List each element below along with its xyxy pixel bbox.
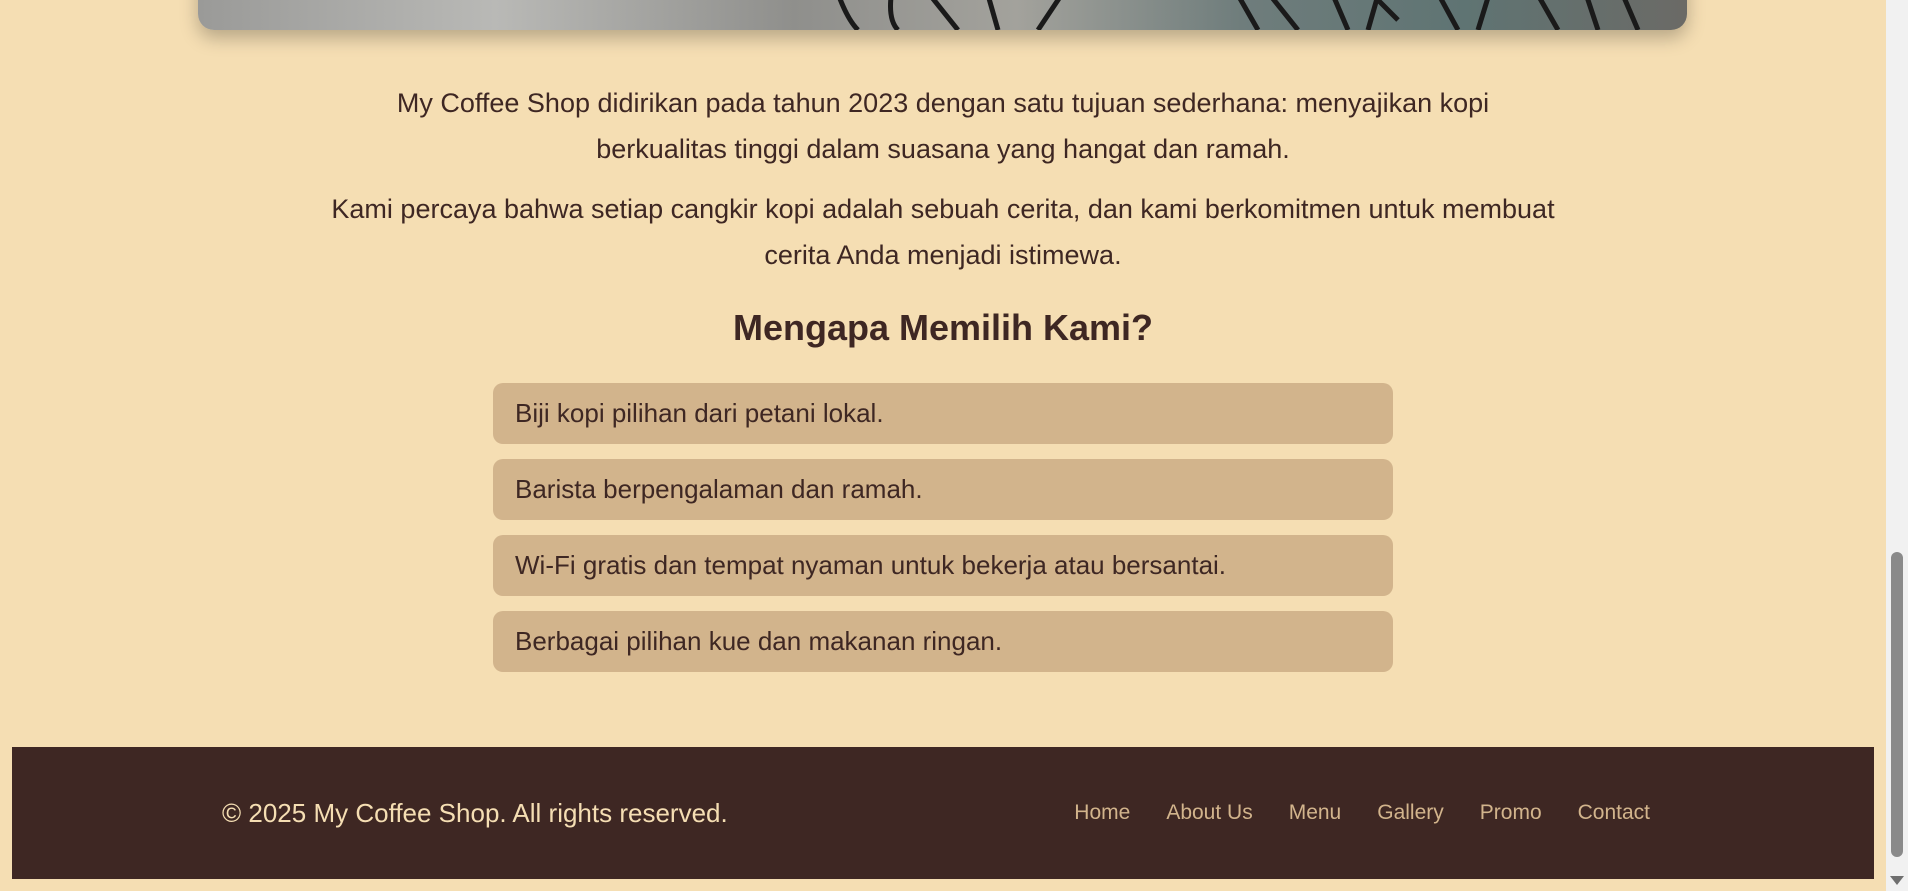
footer-link-promo[interactable]: Promo xyxy=(1480,801,1542,825)
footer-link-menu[interactable]: Menu xyxy=(1289,801,1342,825)
copyright-text: © 2025 My Coffee Shop. All rights reserv… xyxy=(222,798,728,828)
scrollbar-thumb[interactable] xyxy=(1891,552,1903,857)
reason-item: Biji kopi pilihan dari petani lokal. xyxy=(493,383,1393,444)
footer-link-home[interactable]: Home xyxy=(1074,801,1130,825)
about-paragraph: Kami percaya bahwa setiap cangkir kopi a… xyxy=(331,194,1555,270)
footer: © 2025 My Coffee Shop. All rights reserv… xyxy=(12,747,1874,879)
page: My Coffee Shop didirikan pada tahun 2023… xyxy=(0,0,1886,891)
about-paragraph: My Coffee Shop didirikan pada tahun 2023… xyxy=(396,88,1490,164)
footer-link-about-us[interactable]: About Us xyxy=(1166,801,1252,825)
reasons-list: Biji kopi pilihan dari petani lokal. Bar… xyxy=(493,383,1393,687)
footer-link-contact[interactable]: Contact xyxy=(1578,801,1650,825)
reason-item: Wi-Fi gratis dan tempat nyaman untuk bek… xyxy=(493,535,1393,596)
hero-image-chairs xyxy=(837,0,1641,30)
why-choose-us-heading: Mengapa Memilih Kami? xyxy=(732,307,1154,348)
hero-image xyxy=(198,0,1687,30)
reason-item: Berbagai pilihan kue dan makanan ringan. xyxy=(493,611,1393,672)
reason-item: Barista berpengalaman dan ramah. xyxy=(493,459,1393,520)
vertical-scrollbar[interactable] xyxy=(1886,0,1908,891)
scroll-down-arrow-icon[interactable] xyxy=(1890,876,1904,885)
footer-nav: Home About Us Menu Gallery Promo Contact xyxy=(1038,747,1650,879)
footer-link-gallery[interactable]: Gallery xyxy=(1377,801,1444,825)
about-section: My Coffee Shop didirikan pada tahun 2023… xyxy=(330,80,1556,292)
